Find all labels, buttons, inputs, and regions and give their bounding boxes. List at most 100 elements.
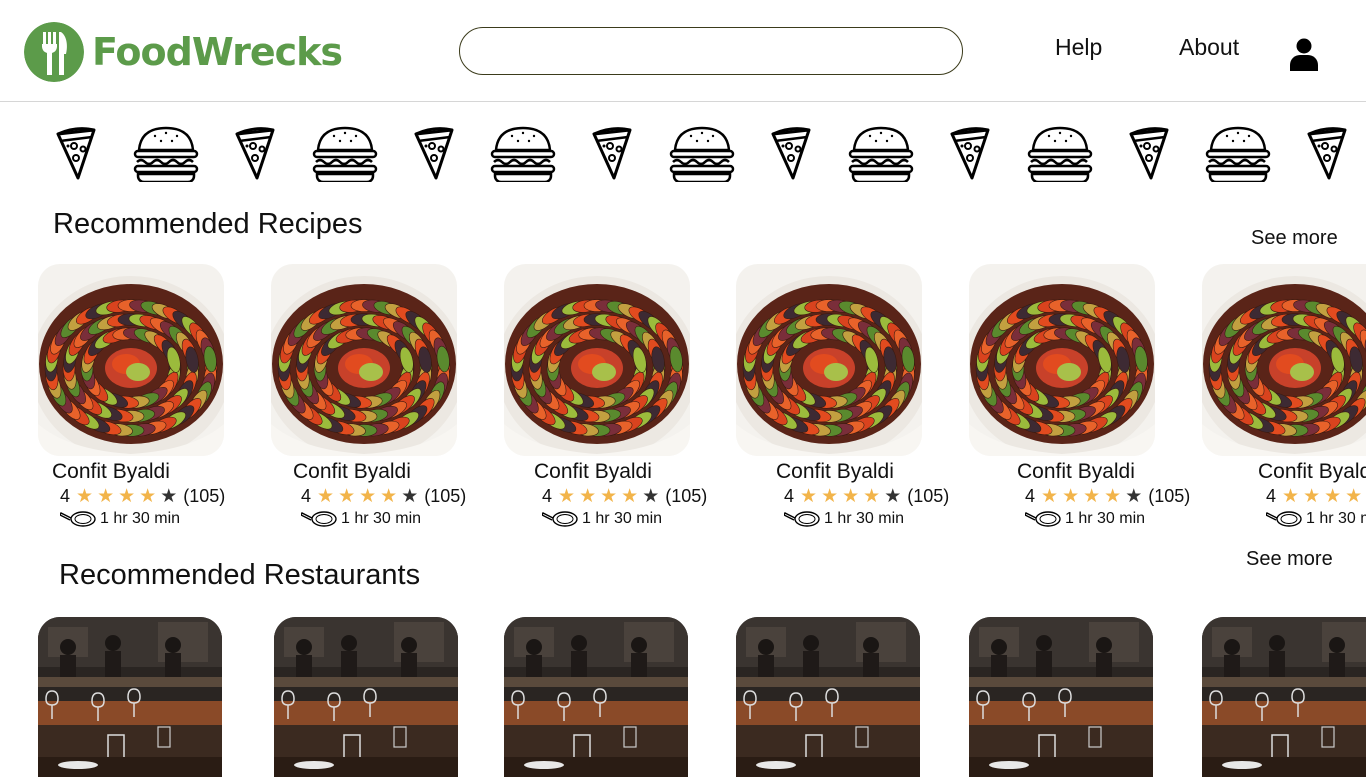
recipe-image[interactable]: [969, 264, 1155, 456]
nav-help-link[interactable]: Help: [1055, 34, 1102, 61]
recipe-card[interactable]: Confit Byaldi 4 ★★★★★ (105) 1 hr 30 min: [969, 264, 1190, 527]
recipe-time: 1 hr 30 min: [542, 510, 662, 528]
star-icon: ★: [338, 486, 356, 507]
frying-pan-icon: [301, 511, 337, 527]
pizza-icon: [592, 127, 632, 180]
restaurant-card[interactable]: [38, 617, 222, 777]
search-input[interactable]: [459, 27, 963, 75]
brand-logo[interactable]: FoodWrecks: [24, 22, 343, 82]
restaurant-card[interactable]: [969, 617, 1153, 777]
cook-time: 1 hr 30 min: [341, 510, 422, 527]
cook-time: 1 hr 30 min: [100, 510, 181, 527]
recipes-see-more-link[interactable]: See more: [1251, 227, 1338, 250]
category-pizza-item[interactable]: [1305, 124, 1351, 187]
recipe-image[interactable]: [1202, 264, 1366, 456]
recipe-card[interactable]: Confit Byaldi 4 ★★★★★ (105) 1 hr 30 min: [1202, 264, 1366, 527]
recipe-card[interactable]: Confit Byaldi 4 ★★★★★ (105) 1 hr 30 min: [38, 264, 225, 527]
category-pizza-item[interactable]: [948, 124, 994, 187]
star-icon: ★: [884, 486, 902, 507]
restaurant-card[interactable]: [274, 617, 458, 777]
pizza-icon: [56, 127, 96, 180]
recipe-name[interactable]: Confit Byaldi: [1017, 460, 1135, 484]
cook-time: 1 hr 30 min: [824, 510, 905, 527]
cook-time: 1 hr 30 min: [1065, 510, 1146, 527]
recipe-rating: 4 ★★★★★ (105): [542, 486, 707, 507]
rating-value: 4: [60, 486, 71, 506]
frying-pan-icon: [1266, 511, 1302, 527]
restaurant-card[interactable]: [504, 617, 688, 777]
star-icon: ★: [139, 486, 157, 507]
star-icon: ★: [863, 486, 881, 507]
pizza-icon: [771, 127, 811, 180]
restaurant-image[interactable]: [736, 617, 920, 777]
star-icon: ★: [1303, 486, 1321, 507]
category-burger-item[interactable]: [133, 124, 199, 187]
category-pizza-item[interactable]: [590, 124, 636, 187]
recipe-image[interactable]: [504, 264, 690, 456]
recipe-rating: 4 ★★★★★ (105): [784, 486, 949, 507]
burger-icon: [312, 126, 378, 184]
category-burger-item[interactable]: [669, 124, 735, 187]
restaurant-image[interactable]: [274, 617, 458, 777]
recipe-name[interactable]: Confit Byaldi: [776, 460, 894, 484]
recipe-image[interactable]: [736, 264, 922, 456]
restaurants-section-title: Recommended Restaurants: [59, 559, 421, 591]
header: FoodWrecks Help About: [0, 0, 1366, 102]
review-count: (105): [665, 486, 708, 506]
fork-knife-logo-icon: [24, 22, 84, 82]
recipe-time: 1 hr 30 min: [1266, 510, 1366, 528]
recipe-image[interactable]: [271, 264, 457, 456]
burger-icon: [848, 126, 914, 184]
review-count: (105): [183, 486, 226, 506]
category-strip: [0, 124, 1366, 184]
category-pizza-item[interactable]: [769, 124, 815, 187]
restaurant-card[interactable]: [1202, 617, 1366, 777]
user-account-icon[interactable]: [1288, 37, 1320, 71]
restaurant-image[interactable]: [504, 617, 688, 777]
pizza-icon: [235, 127, 275, 180]
recipe-image[interactable]: [38, 264, 224, 456]
recipe-name[interactable]: Confit Byaldi: [534, 460, 652, 484]
restaurant-image[interactable]: [1202, 617, 1366, 777]
star-icon: ★: [76, 486, 94, 507]
star-icon: ★: [600, 486, 618, 507]
pizza-icon: [1129, 127, 1169, 180]
nav-about-link[interactable]: About: [1179, 34, 1239, 61]
category-burger-item[interactable]: [1205, 124, 1271, 187]
recipe-card[interactable]: Confit Byaldi 4 ★★★★★ (105) 1 hr 30 min: [736, 264, 949, 527]
restaurants-see-more-link[interactable]: See more: [1246, 548, 1333, 571]
restaurant-image[interactable]: [38, 617, 222, 777]
star-icon: ★: [1104, 486, 1122, 507]
recipe-time: 1 hr 30 min: [301, 510, 421, 528]
category-burger-item[interactable]: [848, 124, 914, 187]
burger-icon: [133, 126, 199, 184]
recipe-time: 1 hr 30 min: [60, 510, 180, 528]
star-icon: ★: [317, 486, 335, 507]
star-icon: ★: [380, 486, 398, 507]
burger-icon: [669, 126, 735, 184]
recipe-name[interactable]: Confit Byaldi: [52, 460, 170, 484]
category-pizza-item[interactable]: [1127, 124, 1173, 187]
category-pizza-item[interactable]: [54, 124, 100, 187]
category-pizza-item[interactable]: [233, 124, 279, 187]
category-pizza-item[interactable]: [412, 124, 458, 187]
frying-pan-icon: [60, 511, 96, 527]
star-icon: ★: [1125, 486, 1143, 507]
recipe-card[interactable]: Confit Byaldi 4 ★★★★★ (105) 1 hr 30 min: [504, 264, 707, 527]
restaurant-card[interactable]: [736, 617, 920, 777]
star-icon: ★: [160, 486, 178, 507]
star-icon: ★: [1041, 486, 1059, 507]
star-icon: ★: [1083, 486, 1101, 507]
category-burger-item[interactable]: [490, 124, 556, 187]
restaurant-image[interactable]: [969, 617, 1153, 777]
recipe-card[interactable]: Confit Byaldi 4 ★★★★★ (105) 1 hr 30 min: [271, 264, 466, 527]
recipe-name[interactable]: Confit Byaldi: [1258, 460, 1366, 484]
frying-pan-icon: [784, 511, 820, 527]
recipe-name[interactable]: Confit Byaldi: [293, 460, 411, 484]
recipe-time: 1 hr 30 min: [784, 510, 904, 528]
pizza-icon: [1307, 127, 1347, 180]
star-icon: ★: [800, 486, 818, 507]
star-icon: ★: [118, 486, 136, 507]
category-burger-item[interactable]: [312, 124, 378, 187]
category-burger-item[interactable]: [1027, 124, 1093, 187]
